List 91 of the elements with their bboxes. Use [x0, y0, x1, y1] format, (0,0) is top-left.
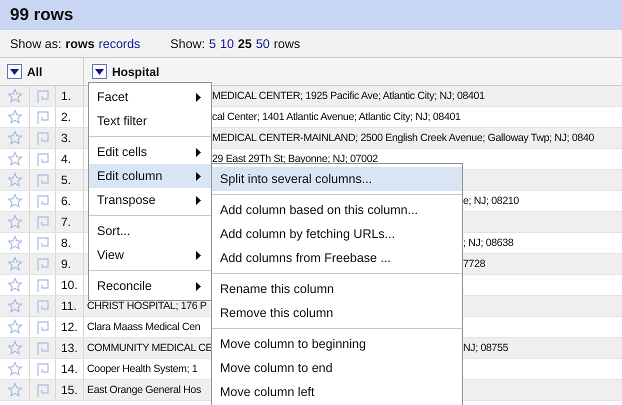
- table-cell-text: ; NJ; 08638: [463, 237, 514, 249]
- star-icon[interactable]: [6, 109, 22, 125]
- row-number: 11.: [61, 299, 77, 313]
- menu-item[interactable]: Rename this column: [212, 277, 462, 301]
- table-cell-text: CHRIST HOSPITAL; 176 P: [87, 300, 207, 312]
- row-number: 1.: [61, 89, 72, 103]
- flag-icon[interactable]: [36, 236, 50, 250]
- table-cell-text: MEDICAL CENTER; 1925 Pacific Ave; Atlantic City; NJ; 08401: [212, 90, 485, 102]
- star-icon[interactable]: [6, 256, 22, 272]
- menu-item[interactable]: Facet: [89, 85, 211, 109]
- menu-item[interactable]: Transpose: [89, 188, 211, 212]
- flag-icon[interactable]: [36, 194, 50, 208]
- row-count-title: 99 rows: [10, 5, 74, 25]
- show-label: Show:: [170, 36, 206, 50]
- row-number: 5.: [61, 173, 72, 187]
- page-size-link[interactable]: 5: [209, 36, 216, 50]
- menu-item[interactable]: Sort...: [89, 219, 211, 243]
- row-number: 14.: [61, 362, 78, 376]
- table-cell-text: 29 East 29Th St; Bayonne; NJ; 07002: [212, 153, 378, 165]
- flag-icon[interactable]: [36, 214, 50, 230]
- star-icon[interactable]: [6, 172, 22, 188]
- row-number: 10.: [61, 278, 78, 292]
- dropdown-triangle-icon: [10, 68, 19, 74]
- row-number: 4.: [61, 152, 72, 166]
- menu-item[interactable]: Move column left: [212, 380, 462, 404]
- row-number: 6.: [61, 194, 72, 208]
- menu-item[interactable]: Reconcile: [89, 274, 211, 298]
- row-number: 13.: [61, 341, 78, 355]
- table-cell-text: cal Center; 1401 Atlantic Avenue; Atlantic City; NJ; 08401: [212, 111, 461, 123]
- flag-icon[interactable]: [36, 382, 50, 398]
- column-header: Hospital: [112, 64, 160, 78]
- star-icon[interactable]: [6, 193, 22, 209]
- star-icon[interactable]: [6, 277, 22, 293]
- star-icon[interactable]: [6, 130, 22, 146]
- row-number: 7.: [61, 215, 72, 229]
- star-icon[interactable]: [6, 88, 22, 104]
- menu-item[interactable]: Add columns from Freebase ...: [212, 246, 462, 270]
- table-cell-text: 7728: [463, 258, 486, 270]
- flag-icon[interactable]: [36, 130, 50, 146]
- table-cell-text: COMMUNITY MEDICAL CE: [87, 342, 212, 354]
- page-size-link[interactable]: 10: [220, 36, 234, 50]
- star-icon[interactable]: [6, 214, 22, 230]
- column-dropdown-button[interactable]: [92, 64, 107, 79]
- row-number: 2.: [61, 110, 72, 124]
- flag-icon[interactable]: [36, 256, 50, 272]
- table-cell-text: MEDICAL CENTER-MAINLAND; 2500 English Creek Avenue; Galloway Twp; NJ; 0840: [212, 132, 594, 144]
- show-as-label: Show as:: [10, 36, 62, 50]
- flag-icon[interactable]: [36, 152, 50, 166]
- menu-item[interactable]: Text filter: [89, 109, 211, 133]
- row-number: 15.: [61, 383, 78, 397]
- table-cell-text: Cooper Health System; 1: [87, 363, 198, 375]
- view-mode-link[interactable]: records: [98, 36, 140, 50]
- flag-icon[interactable]: [36, 298, 50, 314]
- star-icon[interactable]: [6, 298, 22, 314]
- flag-icon[interactable]: [36, 172, 50, 188]
- view-mode-link[interactable]: rows: [65, 36, 95, 50]
- row-number: 3.: [61, 131, 72, 145]
- flag-icon[interactable]: [36, 110, 50, 124]
- row-number: 8.: [61, 236, 72, 250]
- star-icon[interactable]: [6, 340, 22, 356]
- flag-icon[interactable]: [36, 320, 50, 334]
- star-icon[interactable]: [6, 151, 22, 167]
- table-cell-text: Clara Maass Medical Cen: [87, 321, 200, 333]
- flag-icon[interactable]: [36, 340, 50, 356]
- star-icon[interactable]: [6, 361, 22, 377]
- row-number: 9.: [61, 257, 72, 271]
- flag-icon[interactable]: [36, 88, 50, 104]
- page-size-link[interactable]: 50: [256, 36, 270, 50]
- table-cell-text: East Orange General Hos: [87, 384, 201, 396]
- menu-item[interactable]: Remove this column: [212, 301, 462, 325]
- menu-item[interactable]: Move column to beginning: [212, 332, 462, 356]
- menu-item[interactable]: Split into several columns...: [212, 167, 462, 191]
- column-dropdown-button[interactable]: [7, 64, 22, 79]
- menu-item[interactable]: Edit column: [89, 164, 211, 188]
- menu-item[interactable]: View: [89, 243, 211, 267]
- dropdown-triangle-icon: [95, 68, 104, 74]
- star-icon[interactable]: [6, 382, 22, 398]
- column-header: All: [27, 64, 42, 78]
- menu-item[interactable]: Edit cells: [89, 140, 211, 164]
- menu-item[interactable]: Add column by fetching URLs...: [212, 222, 462, 246]
- flag-icon[interactable]: [36, 362, 50, 376]
- flag-icon[interactable]: [36, 278, 50, 292]
- rows-label: rows: [274, 36, 300, 50]
- page-size-link[interactable]: 25: [238, 36, 252, 50]
- menu-item[interactable]: Add column based on this column...: [212, 198, 462, 222]
- table-cell-text: e; NJ; 08210: [463, 195, 519, 207]
- menu-item[interactable]: Move column to end: [212, 356, 462, 380]
- row-number: 12.: [61, 320, 78, 334]
- star-icon[interactable]: [6, 235, 22, 251]
- table-cell-text: NJ; 08755: [463, 342, 508, 354]
- star-icon[interactable]: [6, 319, 22, 335]
